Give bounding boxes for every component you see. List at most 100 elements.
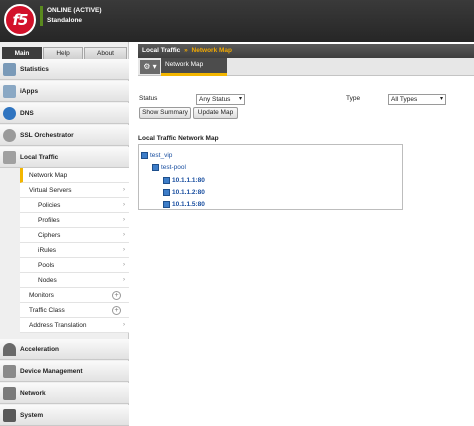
- section-label: iApps: [20, 88, 39, 95]
- section-label: Network: [20, 390, 46, 397]
- page-toolbar: ⚙ ▾ Network Map: [138, 58, 474, 76]
- chevron-right-icon: ›: [123, 187, 125, 193]
- pool-member-label: 10.1.1.1:80: [172, 177, 205, 184]
- section-iapps[interactable]: iApps: [0, 81, 129, 102]
- gear-menu-icon[interactable]: ⚙ ▾: [140, 60, 160, 74]
- nav-monitors[interactable]: Monitors +: [20, 288, 129, 303]
- chevron-right-icon: ›: [123, 277, 125, 283]
- nav-label: Profiles: [38, 217, 60, 224]
- pool-member-icon: [163, 177, 170, 184]
- section-label: Local Traffic: [20, 154, 59, 161]
- pool-member-icon: [163, 201, 170, 208]
- breadcrumb-separator: »: [184, 47, 188, 54]
- nav-virtual-servers[interactable]: Virtual Servers ›: [20, 183, 129, 198]
- nav-label: Traffic Class: [29, 307, 65, 314]
- top-banner: f5 ONLINE (ACTIVE) Standalone: [0, 0, 474, 42]
- dns-icon: [3, 107, 16, 120]
- chevron-down-icon: ▾: [439, 96, 443, 102]
- nav-traffic-class[interactable]: Traffic Class +: [20, 303, 129, 318]
- breadcrumb: Local Traffic » Network Map: [138, 44, 474, 58]
- add-icon[interactable]: +: [112, 291, 121, 300]
- statistics-icon: [3, 63, 16, 76]
- section-label: DNS: [20, 110, 34, 117]
- nav-pools[interactable]: Pools ›: [20, 258, 129, 273]
- pool-member-node[interactable]: 10.1.1.2:80: [163, 188, 205, 197]
- local-traffic-submenu: Network Map Virtual Servers › Policies › P…: [20, 168, 129, 333]
- nav-label: Monitors: [29, 292, 54, 299]
- nav-nodes[interactable]: Nodes ›: [20, 273, 129, 288]
- chevron-right-icon: ›: [123, 322, 125, 328]
- section-ssl-orchestrator[interactable]: SSL Orchestrator: [0, 125, 129, 146]
- tab-help[interactable]: Help: [43, 47, 83, 59]
- breadcrumb-section[interactable]: Local Traffic: [142, 47, 180, 54]
- update-map-button[interactable]: Update Map: [193, 107, 238, 119]
- section-device-management[interactable]: Device Management: [0, 361, 129, 382]
- network-icon: [3, 387, 16, 400]
- nav-label: Pools: [38, 262, 55, 269]
- filter-bar: Status Any Status ▾ Type All Types ▾: [138, 94, 474, 106]
- chevron-right-icon: ›: [123, 217, 125, 223]
- nav-label: Network Map: [29, 172, 68, 179]
- nav-network-map[interactable]: Network Map: [20, 168, 129, 183]
- tab-network-map[interactable]: Network Map: [161, 58, 227, 76]
- pool-member-icon: [163, 189, 170, 196]
- nav-label: Ciphers: [38, 232, 61, 239]
- status-filter-select[interactable]: Any Status ▾: [196, 94, 245, 105]
- section-acceleration[interactable]: Acceleration: [0, 339, 129, 360]
- pool-label: test-pool: [161, 164, 186, 171]
- left-nav: Main Help About Statistics iApps DNS SSL…: [0, 42, 129, 426]
- main-content: Local Traffic » Network Map ⚙ ▾ Network …: [129, 42, 474, 426]
- local-traffic-icon: [3, 151, 16, 164]
- pool-member-node[interactable]: 10.1.1.1:80: [163, 176, 205, 185]
- pool-icon: [152, 164, 159, 171]
- status-text: ONLINE (ACTIVE): [47, 7, 102, 14]
- show-summary-button[interactable]: Show Summary: [139, 107, 191, 119]
- chevron-down-icon: ▾: [238, 96, 242, 102]
- virtual-server-icon: [141, 152, 148, 159]
- type-filter-value: All Types: [391, 96, 418, 103]
- nav-label: iRules: [38, 247, 57, 254]
- nav-label: Nodes: [38, 277, 57, 284]
- device-management-icon: [3, 365, 16, 378]
- virtual-server-label: test_vip: [150, 152, 173, 159]
- pool-member-label: 10.1.1.5:80: [172, 201, 205, 208]
- section-statistics[interactable]: Statistics: [0, 59, 129, 80]
- tab-about[interactable]: About: [84, 47, 127, 59]
- pool-node[interactable]: test-pool: [152, 163, 186, 172]
- ssl-orchestrator-icon: [3, 129, 16, 142]
- section-label: Statistics: [20, 66, 49, 73]
- nav-policies[interactable]: Policies ›: [20, 198, 129, 213]
- virtual-server-node[interactable]: test_vip: [141, 151, 172, 160]
- nav-label: Virtual Servers: [29, 187, 72, 194]
- add-icon[interactable]: +: [112, 306, 121, 315]
- iapps-icon: [3, 85, 16, 98]
- nav-irules[interactable]: iRules ›: [20, 243, 129, 258]
- section-label: SSL Orchestrator: [20, 132, 74, 139]
- nav-label: Policies: [38, 202, 61, 209]
- section-dns[interactable]: DNS: [0, 103, 129, 124]
- acceleration-icon: [3, 343, 16, 356]
- nav-tabs: Main Help About: [0, 44, 129, 59]
- chevron-right-icon: ›: [123, 232, 125, 238]
- status-filter-value: Any Status: [199, 96, 231, 103]
- section-network[interactable]: Network: [0, 383, 129, 404]
- mode-text: Standalone: [47, 17, 83, 24]
- pool-member-label: 10.1.1.2:80: [172, 189, 205, 196]
- system-icon: [3, 409, 16, 422]
- tab-main[interactable]: Main: [2, 47, 42, 59]
- network-map-panel: test_vip test-pool 10.1.1.1:80 10.1.1.2:…: [138, 144, 403, 210]
- device-status: ONLINE (ACTIVE) Standalone: [40, 6, 102, 26]
- nav-ciphers[interactable]: Ciphers ›: [20, 228, 129, 243]
- section-label: System: [20, 412, 44, 419]
- section-label: Acceleration: [20, 346, 60, 353]
- breadcrumb-current: Network Map: [191, 47, 232, 54]
- chevron-right-icon: ›: [123, 247, 125, 253]
- f5-logo[interactable]: f5: [4, 4, 36, 36]
- nav-address-translation[interactable]: Address Translation ›: [20, 318, 129, 333]
- section-local-traffic[interactable]: Local Traffic: [0, 147, 129, 168]
- nav-profiles[interactable]: Profiles ›: [20, 213, 129, 228]
- section-system[interactable]: System: [0, 405, 129, 426]
- section-label: Device Management: [20, 368, 83, 375]
- type-filter-select[interactable]: All Types ▾: [388, 94, 446, 105]
- pool-member-node[interactable]: 10.1.1.5:80: [163, 200, 205, 209]
